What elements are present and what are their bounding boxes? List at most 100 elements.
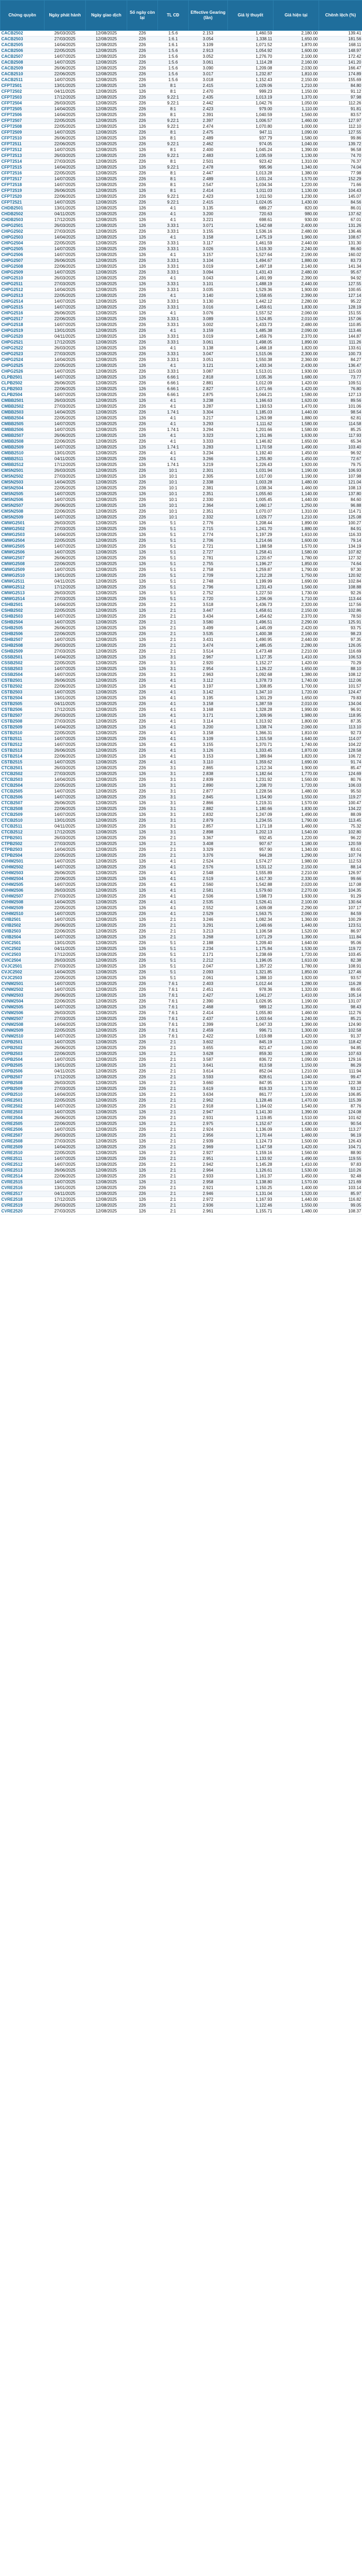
cell-conversion-ratio: 3.33:1 xyxy=(157,269,189,276)
cell-effective-gearing: 2.547 xyxy=(188,182,228,188)
cell-warrant-code: CVHM2504 xyxy=(0,876,45,882)
cell-trading-date: 12/08/2025 xyxy=(85,182,127,188)
cell-current-price: 1,790.00 xyxy=(273,567,319,573)
cell-issue-date: 26/06/2025 xyxy=(44,992,86,999)
cell-warrant-code: CSHB2509 xyxy=(0,648,45,655)
cell-conversion-ratio: 1.74:1 xyxy=(157,444,189,451)
cell-effective-gearing: 2.351 xyxy=(188,491,228,497)
cell-current-price: 1,900.00 xyxy=(273,765,319,771)
cell-current-price: 2,160.00 xyxy=(273,59,319,66)
cell-warrant-code: CFPT2520 xyxy=(0,194,45,200)
cell-theoretical-price: 1,005.45 xyxy=(227,497,273,503)
cell-warrant-code: CHPG2510 xyxy=(0,275,45,282)
cell-effective-gearing: 3.514 xyxy=(188,648,228,655)
cell-days-remaining: 226 xyxy=(127,619,158,626)
cell-current-price: 1,790.00 xyxy=(273,817,319,824)
cell-current-price: 2,010.00 xyxy=(273,701,319,707)
cell-trading-date: 12/08/2025 xyxy=(85,596,127,602)
cell-trading-date: 12/08/2025 xyxy=(85,36,127,42)
cell-trading-date: 12/08/2025 xyxy=(85,998,127,1005)
cell-theoretical-price: 1,136.09 xyxy=(227,1127,273,1133)
cell-trading-date: 12/08/2025 xyxy=(85,829,127,836)
cell-difference: 113.46 xyxy=(319,328,362,334)
cell-conversion-ratio: 4:1 xyxy=(157,275,189,282)
cell-current-price: 1,430.00 xyxy=(273,1121,319,1127)
cell-days-remaining: 226 xyxy=(127,287,158,293)
table-row: CVJC2501 27/03/2025 12/08/2025 126 5:1 2.047 1… xyxy=(0,963,362,970)
cell-conversion-ratio: 4:1 xyxy=(157,701,189,707)
cell-difference: 111.26 xyxy=(319,339,362,346)
cell-current-price: 1,460.00 xyxy=(273,823,319,830)
cell-warrant-code: CHPG2508 xyxy=(0,263,45,270)
cell-warrant-code: CMWG2508 xyxy=(0,561,45,567)
cell-difference: 114.07 xyxy=(319,736,362,742)
cell-conversion-ratio: 5:1 xyxy=(157,584,189,591)
cell-issue-date: 22/05/2025 xyxy=(44,852,86,859)
cell-trading-date: 12/08/2025 xyxy=(85,543,127,550)
cell-conversion-ratio: 3.33:1 xyxy=(157,287,189,293)
cell-trading-date: 12/08/2025 xyxy=(85,835,127,841)
table-row: CVRE2506 14/07/2025 12/08/2025 226 2:1 2.924 1… xyxy=(0,1127,362,1133)
cell-warrant-code: CSTB2513 xyxy=(0,748,45,754)
cell-effective-gearing: 3.126 xyxy=(188,748,228,754)
cell-theoretical-price: 979.00 xyxy=(227,106,273,112)
cell-days-remaining: 226 xyxy=(127,1173,158,1180)
cell-issue-date: 17/12/2025 xyxy=(44,339,86,346)
cell-effective-gearing: 2.414 xyxy=(188,188,228,194)
cell-theoretical-price: 1,150.25 xyxy=(227,1185,273,1191)
cell-theoretical-price: 1,159.16 xyxy=(227,1150,273,1156)
cell-current-price: 1,580.00 xyxy=(273,135,319,142)
table-row: CMBB2512 17/12/2025 12/08/2025 126 1.74:1 3.2… xyxy=(0,462,362,468)
cell-theoretical-price: 1,485.38 xyxy=(227,328,273,334)
cell-difference: 98.54 xyxy=(319,409,362,416)
cell-difference: 117.56 xyxy=(319,602,362,608)
cell-theoretical-price: 1,055.80 xyxy=(227,1010,273,1016)
column-header-conversion-ratio: TL CĐ xyxy=(157,0,189,31)
cell-effective-gearing: 2.956 xyxy=(188,1132,228,1139)
cell-current-price: 820.00 xyxy=(273,205,319,212)
cell-warrant-code: CSTB2502 xyxy=(0,683,45,690)
cell-issue-date: 22/06/2025 xyxy=(44,194,86,200)
cell-issue-date: 14/07/2025 xyxy=(44,129,86,136)
cell-current-price: 1,650.00 xyxy=(273,666,319,672)
cell-trading-date: 12/08/2025 xyxy=(85,713,127,719)
cell-days-remaining: 226 xyxy=(127,707,158,713)
cell-difference: 93.12 xyxy=(319,1086,362,1092)
cell-theoretical-price: 1,042.76 xyxy=(227,100,273,107)
cell-conversion-ratio: 3:1 xyxy=(157,788,189,795)
cell-trading-date: 12/08/2025 xyxy=(85,946,127,952)
cell-trading-date: 12/08/2025 xyxy=(85,444,127,451)
cell-current-price: 1,650.00 xyxy=(273,438,319,445)
table-row: CHPG2507 26/06/2025 12/08/2025 226 3.33:1 3.1… xyxy=(0,258,362,264)
cell-conversion-ratio: 5:1 xyxy=(157,520,189,526)
cell-theoretical-price: 819.33 xyxy=(227,1086,273,1092)
cell-trading-date: 12/08/2025 xyxy=(85,928,127,935)
cell-warrant-code: CVNM2503 xyxy=(0,992,45,999)
cell-days-remaining: 126 xyxy=(127,1121,158,1127)
cell-days-remaining: 126 xyxy=(127,963,158,970)
cell-difference: 116.33 xyxy=(319,532,362,538)
cell-current-price: 1,930.00 xyxy=(273,893,319,900)
cell-trading-date: 12/08/2025 xyxy=(85,1156,127,1162)
cell-warrant-code: CTCB2504 xyxy=(0,783,45,789)
cell-conversion-ratio: 10:1 xyxy=(157,503,189,509)
cell-issue-date: 27/03/2025 xyxy=(44,1138,86,1145)
cell-warrant-code: CVPB2508 xyxy=(0,1080,45,1086)
table-row: CSTB2513 26/06/2025 12/08/2025 226 4:1 3.126 1… xyxy=(0,748,362,754)
cell-theoretical-price: 1,035.36 xyxy=(227,374,273,381)
table-row: CSTB2502 22/06/2025 12/08/2025 126 4:1 3.197 1… xyxy=(0,683,362,690)
table-row: CMSN2502 27/03/2025 12/08/2025 126 10:1 2.305… xyxy=(0,473,362,480)
cell-days-remaining: 226 xyxy=(127,1097,158,1104)
table-row: CMBB2504 22/05/2025 12/08/2025 126 4:1 3.217 1… xyxy=(0,415,362,421)
cell-difference: 96.58 xyxy=(319,147,362,153)
cell-days-remaining: 126 xyxy=(127,491,158,497)
cell-warrant-code: CHPG2514 xyxy=(0,298,45,305)
cell-warrant-code: CMSN2503 xyxy=(0,479,45,486)
table-row: CVPB2504 14/07/2025 12/08/2025 226 2:1 3.587 8… xyxy=(0,1057,362,1063)
cell-days-remaining: 226 xyxy=(127,421,158,427)
cell-theoretical-price: 1,006.57 xyxy=(227,118,273,124)
cell-warrant-code: CSHB2507 xyxy=(0,637,45,643)
cell-trading-date: 12/08/2025 xyxy=(85,1144,127,1150)
cell-theoretical-price: 1,171.18 xyxy=(227,823,273,830)
cell-effective-gearing: 3.047 xyxy=(188,351,228,357)
